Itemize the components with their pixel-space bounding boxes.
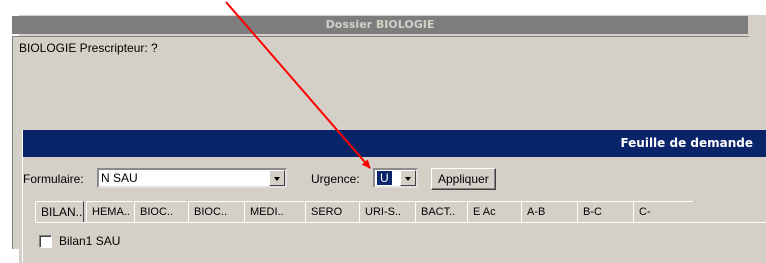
tab-label: URI-S..	[365, 206, 402, 218]
tab-uri-s[interactable]: URI-S..	[359, 201, 414, 223]
tab-label: BILAN..	[41, 205, 83, 219]
chevron-down-icon[interactable]	[269, 170, 285, 186]
tab-label: BIOC..	[194, 206, 228, 218]
formulaire-select[interactable]: N SAU	[97, 168, 287, 188]
tab-hema[interactable]: HEMA..	[86, 201, 133, 223]
tab-label: C-	[639, 206, 651, 218]
bilan1-sau-label: Bilan1 SAU	[59, 234, 121, 248]
tab-sero[interactable]: SERO	[305, 201, 358, 223]
dossier-window-title: Dossier BIOLOGIE	[12, 16, 748, 34]
urgence-label: Urgence:	[311, 172, 360, 186]
form-row: Formulaire: N SAU Urgence: U Appliquer	[23, 168, 766, 190]
chevron-down-icon[interactable]	[400, 170, 416, 186]
bilan1-sau-checkbox[interactable]	[39, 235, 52, 248]
formulaire-value: N SAU	[101, 171, 138, 185]
tab-b-c[interactable]: B-C	[577, 201, 633, 223]
prescripteur-text: BIOLOGIE Prescripteur: ?	[19, 41, 158, 55]
tab-strip: BILAN.. HEMA.. BIOC.. BIOC.. MEDI.. SERO…	[35, 201, 766, 223]
urgence-value: U	[377, 171, 392, 185]
tab-label: E Ac	[473, 206, 496, 218]
tab-bilan[interactable]: BILAN..	[35, 201, 84, 223]
tab-divider	[35, 222, 766, 223]
feuille-window-titlebar: Feuille de demande	[23, 130, 766, 157]
tab-medi[interactable]: MEDI..	[244, 201, 304, 223]
tab-label: BIOC..	[140, 206, 174, 218]
tab-label: HEMA..	[92, 206, 130, 218]
tab-bioc-2[interactable]: BIOC..	[188, 201, 244, 223]
tab-c[interactable]: C-	[633, 201, 693, 223]
tab-label: MEDI..	[250, 206, 284, 218]
urgence-select[interactable]: U	[373, 168, 418, 188]
tab-bact[interactable]: BACT..	[415, 201, 466, 223]
tab-bioc-1[interactable]: BIOC..	[134, 201, 186, 223]
appliquer-button[interactable]: Appliquer	[431, 168, 496, 190]
formulaire-label: Formulaire:	[23, 172, 84, 186]
tab-label: A-B	[527, 206, 546, 218]
tab-a-b[interactable]: A-B	[521, 201, 577, 223]
feuille-de-demande-window: Feuille de demande Formulaire: N SAU Urg…	[22, 130, 766, 262]
tab-e-ac[interactable]: E Ac	[467, 201, 521, 223]
feuille-window-title: Feuille de demande	[620, 136, 753, 150]
tab-label: SERO	[311, 206, 343, 218]
tab-label: B-C	[583, 206, 602, 218]
tab-label: BACT..	[421, 206, 456, 218]
